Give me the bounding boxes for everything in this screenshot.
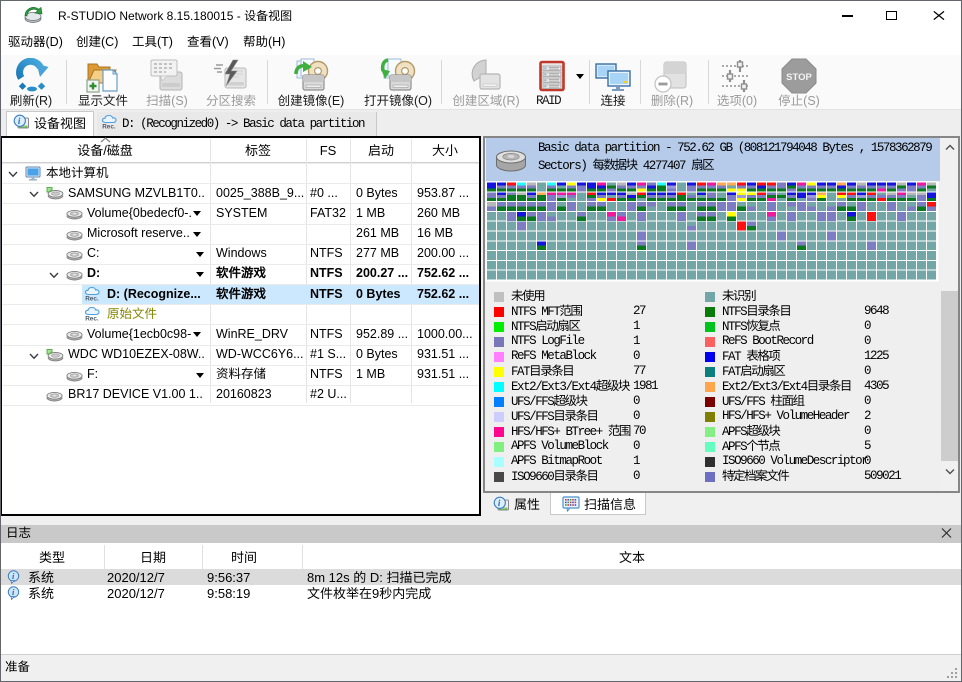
svg-text:Rec.: Rec.: [102, 124, 116, 130]
svg-text:Rec.: Rec.: [85, 296, 99, 302]
svg-text:STOP: STOP: [786, 72, 812, 83]
svg-text:Rec.: Rec.: [85, 316, 99, 322]
